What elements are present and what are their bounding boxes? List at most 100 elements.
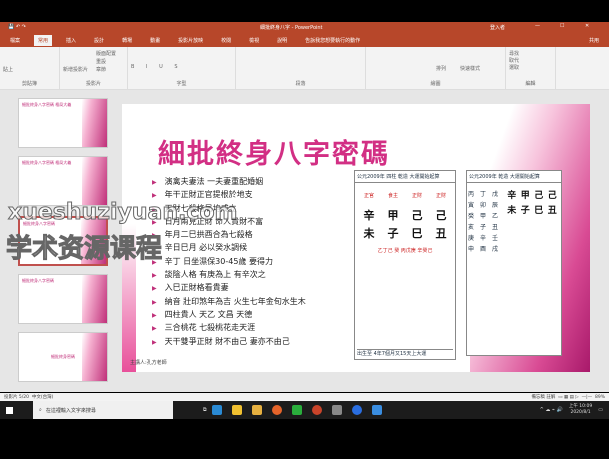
paste-button[interactable]: 貼上 xyxy=(3,66,56,73)
bullet-item: 四柱貴人 天乙 文昌 天德 xyxy=(152,309,306,322)
share-button[interactable]: 共用 xyxy=(585,35,603,46)
status-bar: 投影片 5/20 中文(台灣) 備忘稿 註解 ▭ ▦ ▤ ▷ —|— 89% xyxy=(0,393,609,401)
stem: 辛 xyxy=(507,191,517,201)
start-icon[interactable] xyxy=(6,406,13,414)
tab-transitions[interactable]: 轉場 xyxy=(118,35,136,46)
tab-animations[interactable]: 動畫 xyxy=(146,35,164,46)
bullet-item: 正財七殺格局均成立 xyxy=(152,203,306,216)
section-button[interactable]: 章節 xyxy=(96,66,106,73)
time: 上午 10:09 xyxy=(568,404,593,409)
group-label: 字型 xyxy=(176,81,187,87)
branch: 丑 xyxy=(547,206,557,216)
task-view-icon[interactable]: ⧉ xyxy=(203,407,207,413)
slide-position: 投影片 5/20 xyxy=(4,395,30,400)
close-button[interactable]: ✕ xyxy=(585,23,589,29)
replace-button[interactable]: 取代 xyxy=(509,57,552,64)
user-name[interactable]: 登入者 xyxy=(490,24,505,31)
slide-thumbnail[interactable]: 7細批終身密碼 xyxy=(18,332,108,382)
notification-icon[interactable]: ▭ xyxy=(598,407,603,413)
zoom-level[interactable]: 89% xyxy=(595,395,605,400)
chart-header: 公元2009年 乾造 大運開始起算 xyxy=(467,171,561,183)
find-button[interactable]: 尋找 xyxy=(509,50,552,57)
microphone-icon[interactable] xyxy=(331,405,342,415)
window-title: 細批終身八字 - PowerPoint xyxy=(260,25,323,31)
font-format-buttons[interactable]: B I U S xyxy=(131,64,232,70)
bullet-item: 入巳正財格看貴妻 xyxy=(152,282,306,295)
bullet-item: 納音 壯印煞年為吉 火生七年金旬水生木 xyxy=(152,296,306,309)
stem: 己 xyxy=(411,209,423,222)
ribbon-tabs: 檔案 常用 插入 設計 轉場 動畫 投影片放映 校閱 檢視 說明 告訴我您想要執… xyxy=(0,33,609,47)
firefox-icon[interactable] xyxy=(271,405,282,415)
group-paragraph: 段落 xyxy=(236,47,366,89)
wechat-icon[interactable] xyxy=(291,405,302,415)
stem: 辛 xyxy=(363,209,375,222)
luck-pillars: 丙丁戊寅卯辰癸甲乙亥子丑庚辛壬申酉戌 xyxy=(468,191,499,253)
powerpoint-icon[interactable] xyxy=(311,405,322,415)
maximize-button[interactable]: ☐ xyxy=(560,23,564,29)
tab-design[interactable]: 設計 xyxy=(90,35,108,46)
bullet-item: 辛日巳月 必以癸水調候 xyxy=(152,242,306,255)
slide-thumbnail[interactable]: 3細批終身八字密碼 格局大義 xyxy=(18,98,108,148)
tab-insert[interactable]: 插入 xyxy=(62,35,80,46)
branch: 巳 xyxy=(534,206,544,216)
ten-god: 食主 xyxy=(387,193,398,199)
slide-title: 細批終身八字密碼 xyxy=(158,139,390,170)
group-clipboard: 貼上 剪貼簿 xyxy=(0,47,60,89)
stem: 己 xyxy=(534,191,544,201)
stem: 甲 xyxy=(387,209,399,222)
tab-review[interactable]: 校閱 xyxy=(217,35,235,46)
save-icon[interactable]: 💾 ↶ ↷ xyxy=(8,24,26,30)
slide-canvas[interactable]: 細批終身八字密碼 演禽夫妻法 一夫妻重配婚姻 年干正財正官提根於地支 正財七殺格… xyxy=(122,104,590,372)
branch: 子 xyxy=(520,206,530,216)
bullet-item: 天干雙爭正財 財不由己 妻亦不由己 xyxy=(152,336,306,349)
bullet-item: 三合桃花 七殺桃花走天涯 xyxy=(152,322,306,335)
layout-button[interactable]: 版面配置 xyxy=(96,50,116,57)
minimize-button[interactable]: — xyxy=(535,23,540,29)
tab-help[interactable]: 說明 xyxy=(273,35,291,46)
reset-button[interactable]: 重設 xyxy=(96,58,106,65)
comments-button[interactable]: 註解 xyxy=(546,395,555,400)
tab-file[interactable]: 檔案 xyxy=(6,35,24,46)
group-slides: 新增投影片 版面配置 重設 章節 投影片 xyxy=(60,47,128,89)
bullet-item: 談陰人格 有庚為上 有辛次之 xyxy=(152,269,306,282)
stem: 己 xyxy=(435,209,447,222)
bullet-list: 演禽夫妻法 一夫妻重配婚姻 年干正財正官提根於地支 正財七殺格局均成立 日月兩見… xyxy=(152,176,306,349)
thumbnail-pane[interactable]: 3細批終身八字密碼 格局大義 4細批終身八字密碼 格局大義 5細批終身八字密碼 … xyxy=(4,92,110,392)
bazi-chart-2: 公元2009年 乾造 大運開始起算 丙丁戊寅卯辰癸甲乙亥子丑庚辛壬申酉戌 辛甲己… xyxy=(466,170,562,356)
folder-icon[interactable] xyxy=(251,405,262,415)
arrange-button[interactable]: 排列 xyxy=(436,65,446,72)
branch: 巳 xyxy=(411,227,423,240)
select-button[interactable]: 選取 xyxy=(509,64,552,71)
tab-home[interactable]: 常用 xyxy=(34,34,53,46)
ten-god: 正財 xyxy=(435,193,446,199)
tray-icons[interactable]: ^ ☁ ⌁ 🔊 xyxy=(540,407,563,413)
taskbar: ⌕ 在這裡輸入文字來搜尋 ⧉ ^ ☁ ⌁ 🔊 上午 10:09 2020/8/1 ▭ xyxy=(0,401,609,419)
mail-icon[interactable] xyxy=(211,405,222,415)
app-icon[interactable] xyxy=(371,405,382,415)
store-icon[interactable] xyxy=(231,405,242,415)
clock[interactable]: 上午 10:09 2020/8/1 xyxy=(569,404,592,416)
group-drawing: 排列 快速樣式 繪圖 xyxy=(366,47,506,89)
stem: 甲 xyxy=(520,191,530,201)
notes-button[interactable]: 備忘稿 xyxy=(531,395,545,400)
language[interactable]: 中文(台灣) xyxy=(32,395,54,400)
branch: 子 xyxy=(387,227,399,240)
tell-me-search[interactable]: 告訴我您想要執行的動作 xyxy=(301,35,364,46)
new-slide-button[interactable]: 新增投影片 xyxy=(63,66,124,73)
title-bar: 💾 ↶ ↷ 細批終身八字 - PowerPoint 登入者 — ☐ ✕ xyxy=(0,22,609,33)
slide-thumbnail[interactable]: 4細批終身八字密碼 格局大義 xyxy=(18,156,108,206)
tab-view[interactable]: 檢視 xyxy=(245,35,263,46)
app-icon[interactable] xyxy=(351,405,362,415)
slide-thumbnail[interactable]: 6細批終身八字密碼 xyxy=(18,274,108,324)
quick-styles-button[interactable]: 快速樣式 xyxy=(460,65,480,72)
slide-thumbnail-selected[interactable]: 5細批終身八字密碼 xyxy=(18,216,108,266)
group-label: 編輯 xyxy=(525,81,536,87)
tab-slideshow[interactable]: 投影片放映 xyxy=(174,35,207,46)
bazi-chart-1: 公元2009年 四柱 乾造 大運開始起算 正官 食主 正財 正財 辛甲己己 未子巳丑 … xyxy=(354,170,456,360)
ten-god: 正財 xyxy=(411,193,422,199)
taskbar-search[interactable]: ⌕ 在這裡輸入文字來搜尋 xyxy=(33,401,173,419)
branch: 未 xyxy=(507,206,517,216)
branch: 丑 xyxy=(435,227,447,240)
chart-header: 公元2009年 四柱 乾造 大運開始起算 xyxy=(355,171,455,183)
bullet-item: 演禽夫妻法 一夫妻重配婚姻 xyxy=(152,176,306,189)
